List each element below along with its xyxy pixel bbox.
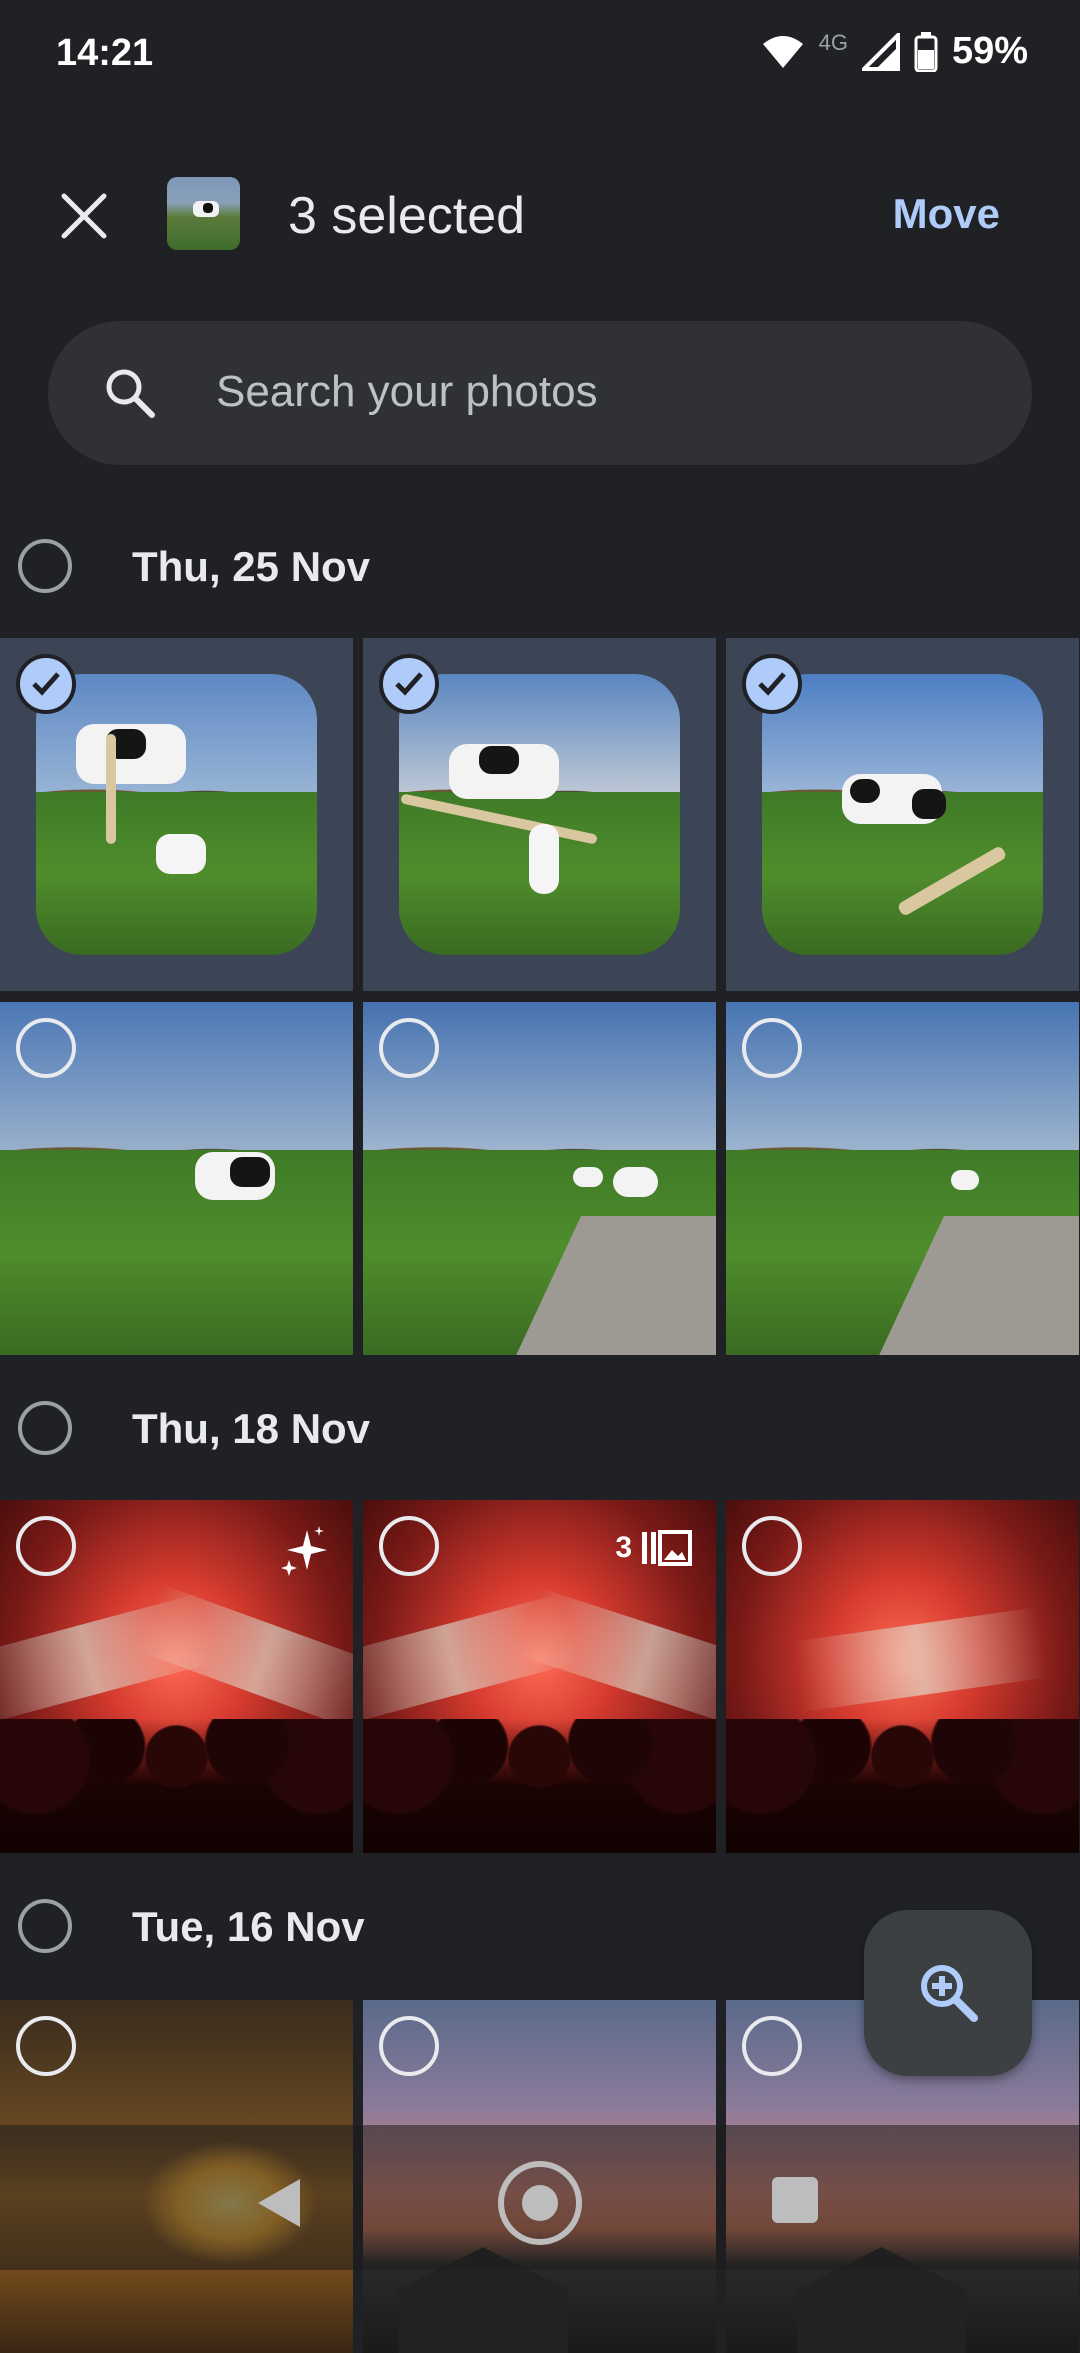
checkbox-checked[interactable] (16, 654, 76, 714)
zoom-button[interactable] (864, 1910, 1032, 2076)
photo-cow-dog (36, 674, 317, 955)
photo-tile[interactable] (0, 1500, 353, 1853)
selected-count: 3 selected (288, 187, 526, 245)
checkbox[interactable] (379, 1018, 439, 1078)
signal-icon (861, 32, 900, 71)
checkbox[interactable] (16, 1516, 76, 1576)
close-icon[interactable] (56, 188, 112, 244)
photo-tile[interactable] (363, 638, 716, 991)
stack-count: 3 (615, 1531, 632, 1564)
photo-cow-field (762, 674, 1043, 955)
wifi-icon (762, 35, 803, 68)
photo-tile[interactable] (363, 1002, 716, 1355)
checkbox-checked[interactable] (742, 654, 802, 714)
recents-icon[interactable] (772, 2177, 818, 2223)
date-label: Thu, 25 Nov (132, 543, 371, 590)
battery-percent: 59% (951, 30, 1028, 72)
date-label: Tue, 16 Nov (132, 1903, 365, 1950)
status-time: 14:21 (56, 32, 154, 74)
checkbox[interactable] (16, 2016, 76, 2076)
sparkle-icon (281, 1526, 327, 1576)
photo-tile[interactable] (726, 638, 1079, 991)
zoom-in-icon (921, 1965, 978, 2022)
photo-tile[interactable] (0, 638, 353, 991)
status-bar: 14:21 4G 59% (0, 0, 1080, 110)
checkbox[interactable] (16, 1018, 76, 1078)
checkbox[interactable] (742, 2016, 802, 2076)
stack-badge: 3 (615, 1530, 692, 1566)
network-type: 4G (818, 29, 848, 55)
photo-stack-icon (642, 1530, 692, 1566)
photo-tile[interactable] (726, 1500, 1079, 1853)
back-icon[interactable] (254, 2177, 304, 2229)
photo-cow-dog (399, 674, 680, 955)
home-icon[interactable] (498, 2161, 582, 2245)
status-icons: 4G 59% (761, 30, 1028, 73)
battery-icon (914, 31, 938, 72)
select-date-checkbox[interactable] (18, 1899, 72, 1953)
checkbox[interactable] (742, 1516, 802, 1576)
photo-tile[interactable]: 3 (363, 1500, 716, 1853)
checkbox[interactable] (379, 1516, 439, 1576)
checkbox[interactable] (742, 1018, 802, 1078)
photo-tile[interactable] (0, 1002, 353, 1355)
search-bar[interactable]: Search your photos (48, 321, 1032, 465)
photo-tile[interactable] (726, 1002, 1079, 1355)
selection-thumbnail (167, 177, 240, 250)
date-header[interactable]: Thu, 25 Nov (0, 515, 1080, 625)
select-date-checkbox[interactable] (18, 1401, 72, 1455)
checkbox[interactable] (379, 2016, 439, 2076)
select-date-checkbox[interactable] (18, 539, 72, 593)
system-nav-bar (0, 2125, 1080, 2270)
search-icon (106, 369, 155, 418)
date-label: Thu, 18 Nov (132, 1405, 371, 1452)
selection-app-bar: 3 selected Move (0, 160, 1080, 270)
date-header[interactable]: Thu, 18 Nov (0, 1377, 1080, 1487)
move-button[interactable]: Move (893, 190, 1000, 238)
search-placeholder: Search your photos (216, 367, 598, 416)
checkbox-checked[interactable] (379, 654, 439, 714)
